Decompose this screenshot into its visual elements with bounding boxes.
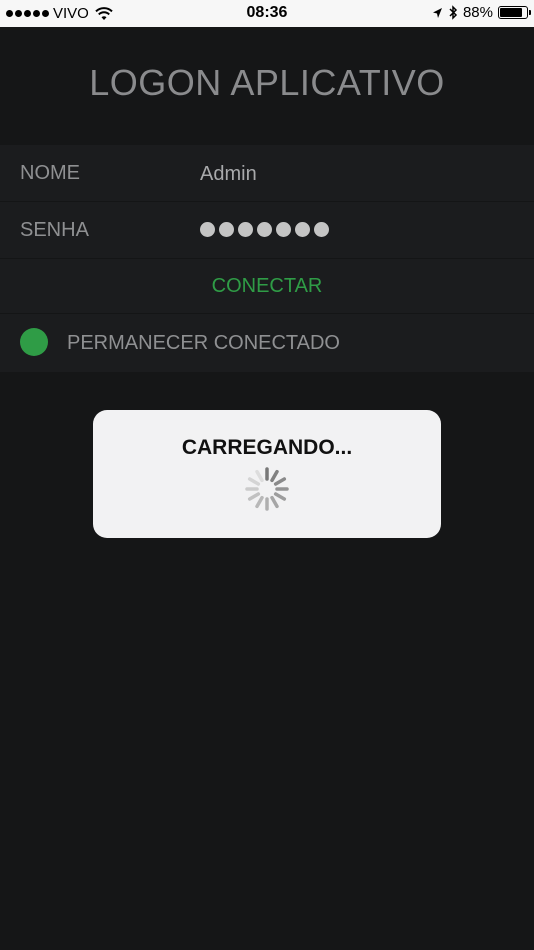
loading-message: CARREGANDO... [181,436,353,459]
password-dot [200,222,215,237]
spinner-spoke [273,477,287,486]
spinner-spoke [255,469,264,483]
battery-percent: 88% [462,4,493,21]
name-field[interactable]: Admin [200,163,257,186]
loading-dialog: CARREGANDO... [93,410,441,538]
password-dot [238,222,253,237]
stay-connected-toggle[interactable] [20,328,48,356]
spinner-spoke [247,477,261,486]
password-row[interactable]: SENHA [0,202,534,259]
spinner-icon [245,467,289,511]
bluetooth-icon [449,5,458,20]
name-row[interactable]: NOME Admin [0,145,534,202]
battery-icon [498,6,531,19]
spinner-spoke [270,495,279,509]
password-label: SENHA [20,219,89,241]
battery-fill [500,8,522,17]
spinner-spoke [273,492,287,501]
spinner-spoke [270,469,279,483]
connect-row: CONECTAR [0,259,534,314]
password-dot [295,222,310,237]
stay-connected-label: PERMANECER CONECTADO [67,332,340,354]
page-title: LOGON APLICATIVO [89,62,445,103]
status-bar: VIVO 08:36 88% [0,0,534,27]
status-right: 88% [432,4,531,21]
name-label: NOME [20,162,80,184]
password-dot [219,222,234,237]
password-dot [314,222,329,237]
password-dot [257,222,272,237]
login-form: NOME Admin SENHA CONECTAR PERMANECER CON… [0,145,534,372]
spinner-spoke [255,495,264,509]
spinner-spoke [247,492,261,501]
connect-button[interactable]: CONECTAR [0,275,534,298]
password-field[interactable] [200,222,329,237]
location-arrow-icon [432,7,442,18]
password-dot [276,222,291,237]
stay-connected-row[interactable]: PERMANECER CONECTADO [0,314,534,371]
